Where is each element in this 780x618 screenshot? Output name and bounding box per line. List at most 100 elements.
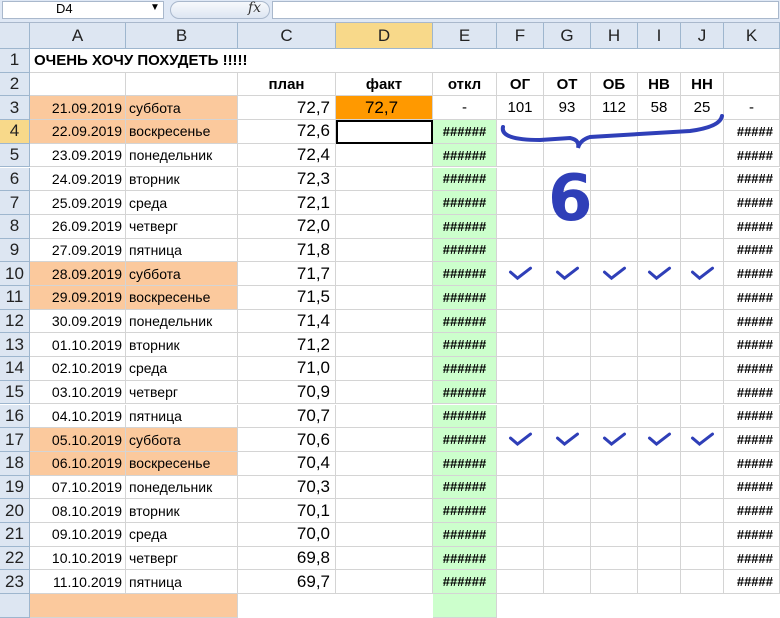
cell-k[interactable]: ##### <box>724 309 780 334</box>
plan-cell[interactable]: 71,7 <box>238 262 336 286</box>
measure-cell[interactable] <box>681 286 724 310</box>
cell-k[interactable]: ##### <box>724 214 780 239</box>
deviation-cell[interactable]: ###### <box>433 357 497 381</box>
measure-cell[interactable] <box>544 499 591 523</box>
measure-cell[interactable] <box>681 404 724 429</box>
measure-cell[interactable] <box>497 238 544 263</box>
measure-cell[interactable] <box>681 475 724 500</box>
deviation-cell[interactable]: ###### <box>433 286 497 310</box>
date-cell[interactable]: 24.09.2019 <box>30 167 126 192</box>
measure-cell[interactable] <box>681 214 724 239</box>
day-cell[interactable]: пятница <box>126 238 238 263</box>
row-header-5[interactable]: 5 <box>0 143 30 168</box>
measure-cell[interactable] <box>681 191 724 215</box>
measure-cell[interactable] <box>497 404 544 429</box>
measure-cell[interactable] <box>638 428 681 452</box>
measure-cell[interactable] <box>591 309 638 334</box>
measure-cell[interactable] <box>497 143 544 168</box>
date-cell[interactable]: 23.09.2019 <box>30 143 126 168</box>
date-cell[interactable]: 01.10.2019 <box>30 333 126 358</box>
row-header-19[interactable]: 19 <box>0 475 30 500</box>
deviation-cell[interactable]: ###### <box>433 380 497 405</box>
deviation-cell[interactable]: ###### <box>433 451 497 476</box>
column-header-f[interactable]: F <box>497 23 544 49</box>
measure-cell[interactable] <box>497 546 544 571</box>
fact-cell[interactable] <box>336 238 433 263</box>
day-cell[interactable]: воскресенье <box>126 451 238 476</box>
measure-f[interactable]: 101 <box>497 96 544 121</box>
measure-cell[interactable] <box>681 262 724 286</box>
measure-cell[interactable] <box>497 451 544 476</box>
date-cell[interactable]: 28.09.2019 <box>30 262 126 286</box>
date-cell[interactable]: 08.10.2019 <box>30 499 126 523</box>
measure-cell[interactable] <box>681 167 724 192</box>
measure-cell[interactable] <box>681 451 724 476</box>
measure-cell[interactable] <box>638 191 681 215</box>
deviation-cell[interactable]: - <box>433 96 497 121</box>
date-cell[interactable]: 06.10.2019 <box>30 451 126 476</box>
cell-b2[interactable] <box>126 72 238 97</box>
cell-k[interactable]: ##### <box>724 143 780 168</box>
measure-cell[interactable] <box>497 380 544 405</box>
fact-cell[interactable] <box>336 167 433 192</box>
deviation-cell[interactable]: ###### <box>433 546 497 571</box>
measure-cell[interactable] <box>591 191 638 215</box>
cell-k[interactable]: ##### <box>724 120 780 144</box>
deviation-cell[interactable]: ###### <box>433 167 497 192</box>
column-header-h[interactable]: H <box>591 23 638 49</box>
measure-cell[interactable] <box>681 570 724 595</box>
measure-cell[interactable] <box>591 546 638 571</box>
plan-cell[interactable]: 71,0 <box>238 357 336 381</box>
fact-cell[interactable] <box>336 191 433 215</box>
date-cell[interactable]: 04.10.2019 <box>30 404 126 429</box>
column-header-g[interactable]: G <box>544 23 591 49</box>
measure-cell[interactable] <box>497 286 544 310</box>
measure-cell[interactable] <box>544 333 591 358</box>
deviation-cell[interactable]: ###### <box>433 214 497 239</box>
column-header-a[interactable]: A <box>30 23 126 49</box>
measure-cell[interactable] <box>638 404 681 429</box>
date-cell[interactable]: 02.10.2019 <box>30 357 126 381</box>
plan-cell[interactable]: 69,8 <box>238 546 336 571</box>
cell-k[interactable]: ##### <box>724 428 780 452</box>
plan-cell[interactable]: 72,4 <box>238 143 336 168</box>
plan-cell[interactable]: 71,4 <box>238 309 336 334</box>
deviation-cell[interactable]: ###### <box>433 143 497 168</box>
measure-cell[interactable] <box>638 523 681 547</box>
plan-cell[interactable]: 69,7 <box>238 570 336 595</box>
day-cell[interactable]: понедельник <box>126 475 238 500</box>
fact-cell[interactable]: 72,7 <box>336 96 433 121</box>
cell-k[interactable]: ##### <box>724 546 780 571</box>
row-header-6[interactable]: 6 <box>0 167 30 192</box>
day-cell[interactable]: суббота <box>126 262 238 286</box>
deviation-cell[interactable]: ###### <box>433 404 497 429</box>
row-header-16[interactable]: 16 <box>0 404 30 429</box>
header-f[interactable]: ОГ <box>497 72 544 97</box>
measure-cell[interactable] <box>681 428 724 452</box>
plan-cell[interactable]: 70,6 <box>238 428 336 452</box>
measure-cell[interactable] <box>591 286 638 310</box>
measure-cell[interactable] <box>544 404 591 429</box>
fact-cell[interactable] <box>336 214 433 239</box>
day-cell[interactable]: среда <box>126 357 238 381</box>
cell-k[interactable]: ##### <box>724 499 780 523</box>
measure-cell[interactable] <box>591 167 638 192</box>
plan-cell[interactable]: 72,6 <box>238 120 336 144</box>
day-cell[interactable]: вторник <box>126 499 238 523</box>
measure-cell[interactable] <box>497 262 544 286</box>
measure-cell[interactable] <box>638 286 681 310</box>
measure-cell[interactable] <box>638 499 681 523</box>
measure-cell[interactable] <box>497 214 544 239</box>
measure-cell[interactable] <box>591 499 638 523</box>
cell-k[interactable]: ##### <box>724 380 780 405</box>
measure-cell[interactable] <box>497 120 544 144</box>
plan-cell[interactable]: 70,4 <box>238 451 336 476</box>
row-header-11[interactable]: 11 <box>0 286 30 310</box>
measure-cell[interactable] <box>681 380 724 405</box>
header-h[interactable]: ОБ <box>591 72 638 97</box>
fact-cell[interactable] <box>336 309 433 334</box>
fact-cell[interactable] <box>336 143 433 168</box>
deviation-cell[interactable]: ###### <box>433 120 497 144</box>
cell-k[interactable]: ##### <box>724 262 780 286</box>
measure-cell[interactable] <box>638 546 681 571</box>
